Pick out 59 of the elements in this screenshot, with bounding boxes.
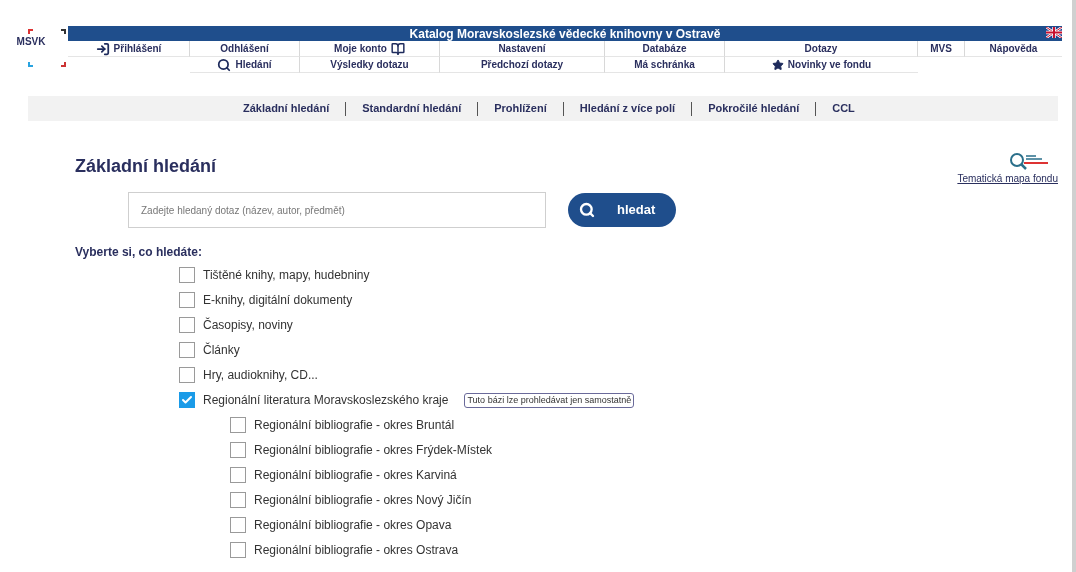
checkbox[interactable]	[230, 467, 246, 483]
menu-link[interactable]: Dotazy	[804, 41, 838, 56]
category-label: Regionální bibliografie - okres Frýdek-Místek	[254, 442, 493, 458]
uk-flag-icon	[1046, 27, 1062, 38]
search-icon	[217, 57, 232, 72]
category-label: Články	[203, 342, 240, 358]
checkbox[interactable]	[179, 267, 195, 283]
checkbox[interactable]	[230, 517, 246, 533]
checkbox[interactable]	[179, 367, 195, 383]
menu-link[interactable]: Odhlášení	[220, 41, 269, 56]
note-badge: Tuto bázi lze prohledávat jen samostatně	[464, 392, 635, 408]
menu-link[interactable]: Novinky ve fondu	[771, 57, 872, 72]
category-label: Regionální bibliografie - okres Nový Jičín	[254, 492, 472, 508]
checkbox[interactable]	[230, 542, 246, 558]
menu-link[interactable]: Nápověda	[989, 41, 1038, 56]
logo-text: MSVK	[16, 34, 46, 49]
category-label: Časopisy, noviny	[203, 317, 293, 333]
category-label: Regionální literatura Moravskoslezského kraje	[203, 392, 449, 408]
menu-link[interactable]: Předchozí dotazy	[480, 57, 564, 72]
choose-label: Vyberte si, co hledáte:	[74, 244, 203, 261]
search-tab[interactable]: CCL	[832, 100, 855, 117]
checkbox[interactable]	[179, 392, 195, 408]
checkbox[interactable]	[230, 492, 246, 508]
category-label: Regionální bibliografie - okres Ostrava	[254, 542, 459, 558]
login-icon	[95, 41, 110, 56]
category-label: Tištěné knihy, mapy, hudebniny	[203, 267, 370, 283]
category-label: Regionální bibliografie - okres Opava	[254, 517, 452, 533]
books-icon	[390, 41, 405, 56]
search-field[interactable]: Zadejte hledaný dotaz (název, autor, předmět)	[128, 192, 546, 228]
checkbox[interactable]	[179, 292, 195, 308]
checkbox[interactable]	[230, 442, 246, 458]
search-tab[interactable]: Pokročilé hledání	[708, 100, 800, 117]
check-icon	[181, 394, 193, 406]
search-icon	[579, 202, 595, 218]
category-label: E-knihy, digitální dokumenty	[203, 292, 353, 308]
star-icon	[771, 58, 784, 71]
menu-link[interactable]: Hledání	[217, 57, 272, 72]
menu-link[interactable]: Přihlášení	[95, 41, 162, 56]
search-tab[interactable]: Standardní hledání	[362, 100, 462, 117]
menu-link[interactable]: Nastavení	[498, 41, 546, 56]
header-title: Katalog Moravskoslezské vědecké knihovny v Ostravě	[409, 28, 721, 41]
search-tab[interactable]: Prohlížení	[494, 100, 547, 117]
search-tab[interactable]: Hledání z více polí	[579, 100, 676, 117]
menu-link[interactable]: Databáze	[642, 41, 687, 56]
menu-link[interactable]: Výsledky dotazu	[330, 57, 409, 72]
menu-link[interactable]: Moje konto	[334, 41, 405, 56]
checkbox[interactable]	[230, 417, 246, 433]
search-tab[interactable]: Základní hledání	[243, 100, 330, 117]
theme-map-link[interactable]: Tematická mapa fondu	[957, 171, 1058, 186]
menu-link[interactable]: Má schránka	[634, 57, 695, 72]
category-label: Hry, audioknihy, CD...	[203, 367, 318, 383]
category-label: Regionální bibliografie - okres Bruntál	[254, 417, 455, 433]
checkbox[interactable]	[179, 317, 195, 333]
search-button[interactable]: hledat	[568, 193, 676, 227]
menu-link[interactable]: MVS	[930, 41, 952, 56]
konspekt-logo-icon	[1008, 151, 1050, 171]
category-label: Regionální bibliografie - okres Karviná	[254, 467, 457, 483]
page-title: Základní hledání	[75, 155, 217, 178]
checkbox[interactable]	[179, 342, 195, 358]
